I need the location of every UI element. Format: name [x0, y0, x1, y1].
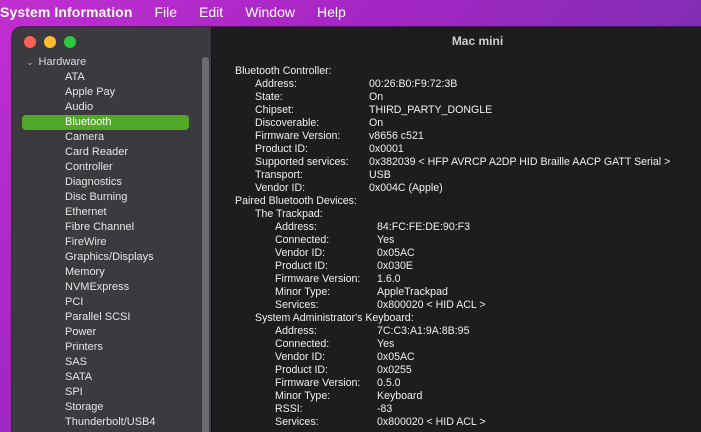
window-title: Mac mini — [451, 34, 504, 48]
sidebar-item-card-reader[interactable]: Card Reader — [22, 145, 189, 160]
sidebar-item-ethernet[interactable]: Ethernet — [22, 205, 189, 220]
sidebar: ⌄ Hardware ATA Apple Pay Audio Bluetooth Cam… — [12, 27, 212, 432]
sidebar-item-controller[interactable]: Controller — [22, 160, 189, 175]
sidebar-item-storage[interactable]: Storage — [22, 400, 189, 415]
property-value: 0.5.0 — [377, 377, 401, 389]
property-key: RSSI: — [275, 403, 303, 415]
property-key: Firmware Version: — [255, 130, 341, 142]
property-key: Vendor ID: — [255, 182, 306, 194]
property-key: The Trackpad: — [255, 208, 323, 220]
property-value: 0x800020 < HID ACL > — [377, 299, 486, 311]
window-controls — [24, 36, 76, 48]
property-value: On — [369, 91, 384, 103]
sidebar-item-apple-pay[interactable]: Apple Pay — [22, 85, 189, 100]
sidebar-item-firewire[interactable]: FireWire — [22, 235, 189, 250]
property-key: Product ID: — [275, 260, 328, 272]
detail-pane: Mac mini Bluetooth Controller: Address: 00… — [213, 27, 701, 432]
property-key: Minor Type: — [275, 286, 331, 298]
property-key: Supported services: — [255, 156, 349, 168]
minimize-button[interactable] — [44, 36, 56, 48]
property-key: Transport: — [255, 169, 303, 181]
sidebar-item-bluetooth[interactable]: Bluetooth — [22, 115, 189, 130]
sidebar-item-diagnostics[interactable]: Diagnostics — [22, 175, 189, 190]
property-key: Vendor ID: — [275, 351, 326, 363]
sidebar-item-sas[interactable]: SAS — [22, 355, 189, 370]
sidebar-item-spi[interactable]: SPI — [22, 385, 189, 400]
sidebar-item-ata[interactable]: ATA — [22, 70, 189, 85]
scrollbar-thumb[interactable] — [202, 57, 209, 432]
property-value: 7C:C3:A1:9A:8B:95 — [377, 325, 470, 337]
property-key: Product ID: — [275, 364, 328, 376]
property-value: 00:26:B0:F9:72:3B — [369, 78, 458, 90]
tree-group-hardware[interactable]: ⌄ Hardware — [12, 55, 202, 69]
sidebar-item-parallel-scsi[interactable]: Parallel SCSI — [22, 310, 189, 325]
property-value: Yes — [377, 338, 395, 350]
sidebar-item-graphics-displays[interactable]: Graphics/Displays — [22, 250, 189, 265]
sidebar-item-pci[interactable]: PCI — [22, 295, 189, 310]
property-value: 0x800020 < HID ACL > — [377, 416, 486, 428]
property-value: 0x382039 < HFP AVRCP A2DP HID Braille AA… — [369, 156, 671, 168]
property-value: Yes — [377, 234, 395, 246]
property-key: Vendor ID: — [275, 247, 326, 259]
property-key: Discoverable: — [255, 117, 320, 129]
app-menu[interactable]: System Information — [0, 4, 133, 20]
property-key: Address: — [255, 78, 297, 90]
system-information-window: ⌄ Hardware ATA Apple Pay Audio Bluetooth Cam… — [12, 27, 701, 432]
property-value: On — [369, 117, 384, 129]
property-value: THIRD_PARTY_DONGLE — [369, 104, 493, 116]
sidebar-item-printers[interactable]: Printers — [22, 340, 189, 355]
property-value: v8656 c521 — [369, 130, 424, 142]
property-value: 0x0255 — [377, 364, 412, 376]
property-value: 84:FC:FE:DE:90:F3 — [377, 221, 471, 233]
property-value: Keyboard — [377, 390, 423, 402]
property-value: 0x05AC — [377, 247, 415, 259]
property-key: Paired Bluetooth Devices: — [235, 195, 357, 207]
sidebar-item-sata[interactable]: SATA — [22, 370, 189, 385]
property-key: Address: — [275, 325, 317, 337]
close-button[interactable] — [24, 36, 36, 48]
property-value: -83 — [377, 403, 393, 415]
property-value: 0x0001 — [369, 143, 404, 155]
property-value: 0x030E — [377, 260, 413, 272]
property-key: Firmware Version: — [275, 273, 361, 285]
hardware-tree: ⌄ Hardware ATA Apple Pay Audio Bluetooth Cam… — [12, 55, 202, 430]
sidebar-item-memory[interactable]: Memory — [22, 265, 189, 280]
property-key: Minor Type: — [275, 390, 331, 402]
property-value: 0x05AC — [377, 351, 415, 363]
property-key: Chipset: — [255, 104, 294, 116]
property-value: 1.6.0 — [377, 273, 401, 285]
sidebar-item-camera[interactable]: Camera — [22, 130, 189, 145]
sidebar-item-fibre-channel[interactable]: Fibre Channel — [22, 220, 189, 235]
chevron-down-icon[interactable]: ⌄ — [26, 57, 34, 68]
sidebar-scrollbar[interactable] — [202, 57, 209, 432]
property-value: USB — [369, 169, 391, 181]
property-key: Services: — [275, 299, 319, 311]
sidebar-item-disc-burning[interactable]: Disc Burning — [22, 190, 189, 205]
property-key: Firmware Version: — [275, 377, 361, 389]
property-key: Product ID: — [255, 143, 308, 155]
menu-help[interactable]: Help — [317, 4, 346, 20]
property-key: Connected: — [275, 234, 330, 246]
property-key: Connected: — [275, 338, 330, 350]
property-value: AppleTrackpad — [377, 286, 448, 298]
sidebar-item-thunderbolt-usb4[interactable]: Thunderbolt/USB4 — [22, 415, 189, 430]
sidebar-item-nvmexpress[interactable]: NVMExpress — [22, 280, 189, 295]
menu-edit[interactable]: Edit — [199, 4, 223, 20]
sidebar-item-power[interactable]: Power — [22, 325, 189, 340]
zoom-button[interactable] — [64, 36, 76, 48]
menu-file[interactable]: File — [155, 4, 178, 20]
menu-window[interactable]: Window — [245, 4, 295, 20]
property-key: Bluetooth Controller: — [235, 65, 332, 77]
sidebar-item-audio[interactable]: Audio — [22, 100, 189, 115]
tree-group-label: Hardware — [38, 56, 87, 68]
menu-bar: System Information File Edit Window Help — [0, 0, 701, 24]
property-key: Address: — [275, 221, 317, 233]
property-value: 0x004C (Apple) — [369, 182, 443, 194]
property-key: Services: — [275, 416, 319, 428]
property-key: State: — [255, 91, 283, 103]
property-key: System Administrator's Keyboard: — [255, 312, 414, 324]
